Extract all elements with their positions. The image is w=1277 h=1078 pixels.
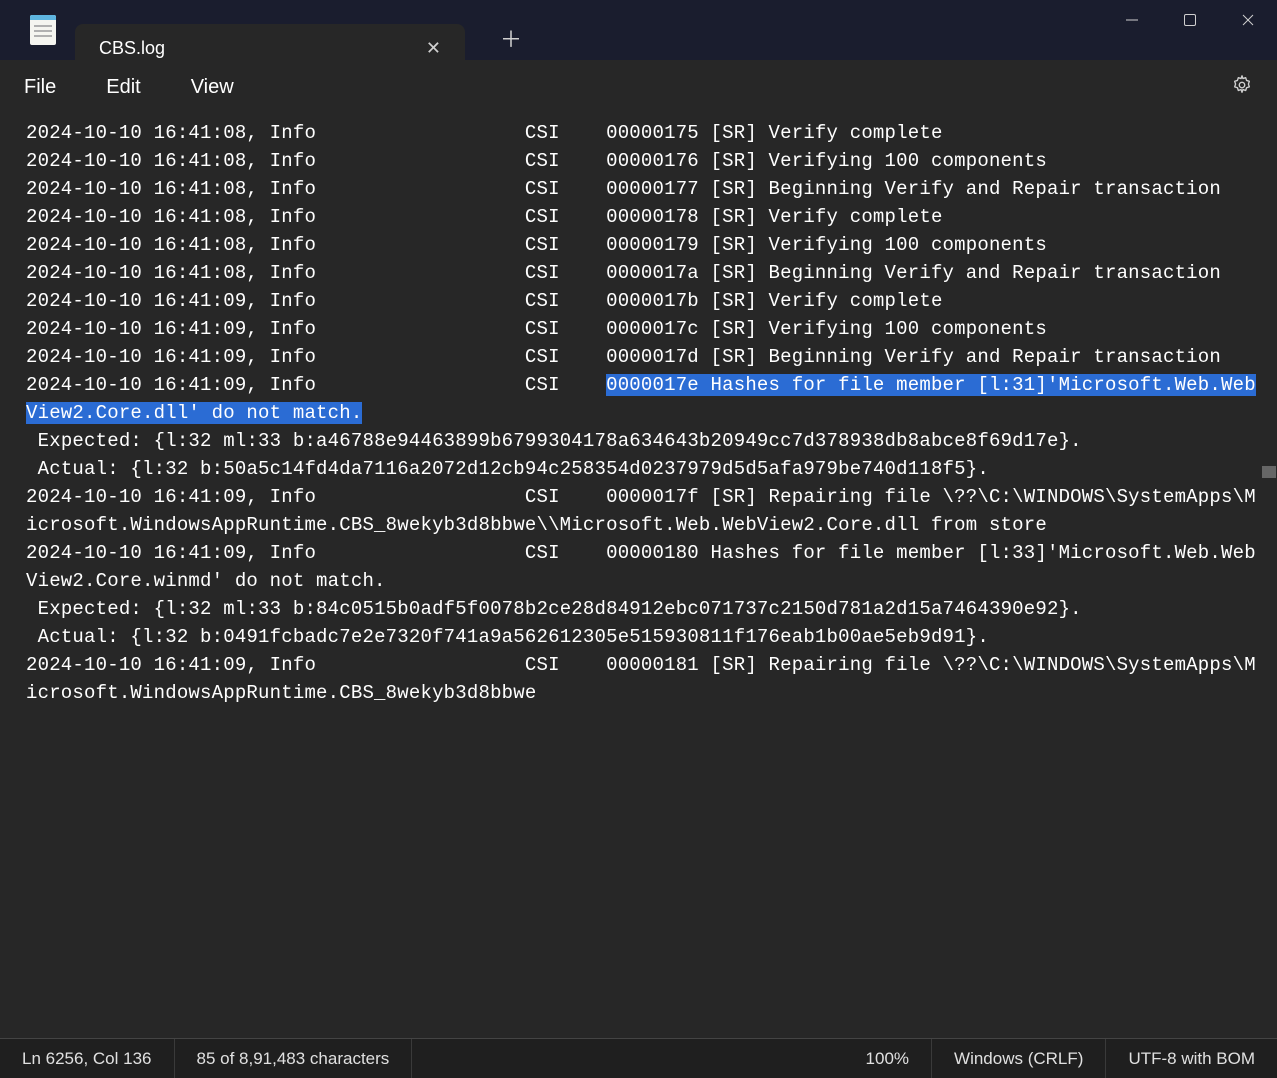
gear-icon[interactable] xyxy=(1231,74,1253,102)
log-line: 2024-10-10 16:41:09, Info CSI 0000017b [… xyxy=(26,290,943,312)
log-line: Expected: {l:32 ml:33 b:a46788e94463899b… xyxy=(26,430,1082,452)
vertical-scrollbar[interactable] xyxy=(1261,115,1277,1038)
file-tab[interactable]: CBS.log ✕ xyxy=(75,24,465,72)
log-line: 2024-10-10 16:41:08, Info CSI 00000179 [… xyxy=(26,234,1047,256)
scrollbar-thumb[interactable] xyxy=(1262,466,1276,478)
log-line: 2024-10-10 16:41:09, Info CSI 0000017d [… xyxy=(26,346,1221,368)
log-line: Actual: {l:32 b:50a5c14fd4da7116a2072d12… xyxy=(26,458,989,480)
menu-file[interactable]: File xyxy=(24,76,56,99)
status-zoom[interactable]: 100% xyxy=(844,1039,932,1078)
status-encoding[interactable]: UTF-8 with BOM xyxy=(1106,1039,1277,1078)
log-line: 2024-10-10 16:41:08, Info CSI 00000178 [… xyxy=(26,206,943,228)
status-position: Ln 6256, Col 136 xyxy=(0,1039,175,1078)
menu-view[interactable]: View xyxy=(191,76,234,99)
log-line: 2024-10-10 16:41:08, Info CSI 0000017a [… xyxy=(26,262,1221,284)
status-bar: Ln 6256, Col 136 85 of 8,91,483 characte… xyxy=(0,1038,1277,1078)
notepad-app-icon xyxy=(30,15,56,45)
log-line: 2024-10-10 16:41:09, Info CSI xyxy=(26,374,606,396)
window-controls xyxy=(1103,0,1277,40)
editor-content[interactable]: 2024-10-10 16:41:08, Info CSI 00000175 [… xyxy=(0,115,1277,1038)
status-characters: 85 of 8,91,483 characters xyxy=(175,1039,413,1078)
log-line: 2024-10-10 16:41:08, Info CSI 00000176 [… xyxy=(26,150,1047,172)
status-line-ending[interactable]: Windows (CRLF) xyxy=(932,1039,1106,1078)
new-tab-button[interactable]: ＋ xyxy=(500,22,522,54)
log-line: 2024-10-10 16:41:09, Info CSI 00000180 H… xyxy=(26,542,1256,592)
maximize-button[interactable] xyxy=(1161,0,1219,40)
log-line: Actual: {l:32 b:0491fcbadc7e2e7320f741a9… xyxy=(26,626,989,648)
menu-edit[interactable]: Edit xyxy=(106,76,140,99)
log-line: Expected: {l:32 ml:33 b:84c0515b0adf5f00… xyxy=(26,598,1082,620)
minimize-button[interactable] xyxy=(1103,0,1161,40)
close-window-button[interactable] xyxy=(1219,0,1277,40)
title-bar: CBS.log ✕ ＋ xyxy=(0,0,1277,60)
log-line: 2024-10-10 16:41:09, Info CSI 00000181 [… xyxy=(26,654,1256,704)
tab-title: CBS.log xyxy=(99,38,165,59)
close-tab-icon[interactable]: ✕ xyxy=(426,38,441,59)
log-line: 2024-10-10 16:41:09, Info CSI 0000017c [… xyxy=(26,318,1047,340)
log-line: 2024-10-10 16:41:08, Info CSI 00000177 [… xyxy=(26,178,1221,200)
log-line: 2024-10-10 16:41:09, Info CSI 0000017f [… xyxy=(26,486,1256,536)
log-line: 2024-10-10 16:41:08, Info CSI 00000175 [… xyxy=(26,122,943,144)
